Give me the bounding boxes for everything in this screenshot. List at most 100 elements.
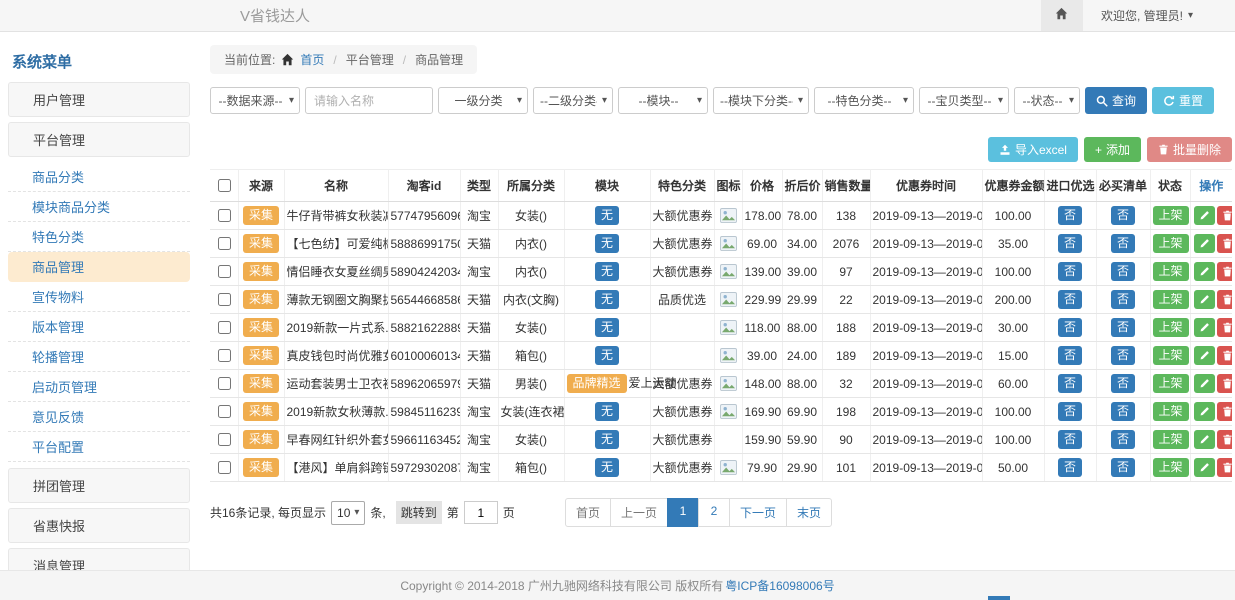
delete-button[interactable] [1217,430,1233,449]
edit-button[interactable] [1194,458,1215,477]
filter-select[interactable]: --宝贝类型--▾ [919,87,1009,114]
import-select-badge[interactable]: 否 [1058,262,1082,281]
sidebar-item-sub[interactable]: 版本管理 [8,312,190,342]
status-badge[interactable]: 上架 [1153,318,1189,337]
edit-button[interactable] [1194,430,1215,449]
status-badge[interactable]: 上架 [1153,430,1189,449]
import-select-badge[interactable]: 否 [1058,374,1082,393]
sidebar-item-group[interactable]: 拼团管理 [8,468,190,503]
status-badge[interactable]: 上架 [1153,346,1189,365]
must-buy-badge[interactable]: 否 [1111,234,1135,253]
status-badge[interactable]: 上架 [1153,234,1189,253]
pager-button[interactable]: 末页 [786,498,832,527]
edit-button[interactable] [1194,402,1215,421]
breadcrumb-home-link[interactable]: 首页 [300,51,324,68]
sidebar-item-group[interactable]: 省惠快报 [8,508,190,543]
delete-button[interactable] [1217,318,1233,337]
must-buy-badge[interactable]: 否 [1111,458,1135,477]
import-select-badge[interactable]: 否 [1058,234,1082,253]
sidebar-item-sub[interactable]: 特色分类 [8,222,190,252]
row-checkbox[interactable] [218,349,231,362]
edit-button[interactable] [1194,234,1215,253]
import-select-badge[interactable]: 否 [1058,458,1082,477]
must-buy-badge[interactable]: 否 [1111,402,1135,421]
delete-button[interactable] [1217,206,1233,225]
edit-button[interactable] [1194,206,1215,225]
sidebar-item-sub[interactable]: 宣传物料 [8,282,190,312]
must-buy-badge[interactable]: 否 [1111,262,1135,281]
row-checkbox[interactable] [218,209,231,222]
status-badge[interactable]: 上架 [1153,290,1189,309]
pager-button[interactable]: 首页 [565,498,611,527]
reset-button[interactable]: 重置 [1152,87,1214,114]
jump-page-input[interactable] [464,501,498,524]
status-badge[interactable]: 上架 [1153,262,1189,281]
sidebar-item-sub[interactable]: 模块商品分类 [8,192,190,222]
edit-button[interactable] [1194,318,1215,337]
row-checkbox[interactable] [218,461,231,474]
search-button[interactable]: 查询 [1085,87,1147,114]
sidebar-item-sub[interactable]: 意见反馈 [8,402,190,432]
must-buy-badge[interactable]: 否 [1111,318,1135,337]
icp-link[interactable]: 粤ICP备16098006号 [725,577,834,594]
delete-button[interactable] [1217,234,1233,253]
must-buy-badge[interactable]: 否 [1111,374,1135,393]
row-checkbox[interactable] [218,237,231,250]
edit-button[interactable] [1194,374,1215,393]
edit-button[interactable] [1194,262,1215,281]
user-menu[interactable]: 欢迎您, 管理员! ▾ [1083,7,1235,24]
row-checkbox[interactable] [218,321,231,334]
delete-button[interactable] [1217,402,1233,421]
select-all-checkbox[interactable] [218,179,231,192]
pager-button[interactable]: 上一页 [610,498,668,527]
sidebar-item-sub[interactable]: 启动页管理 [8,372,190,402]
import-excel-button[interactable]: 导入excel [988,137,1078,162]
must-buy-badge[interactable]: 否 [1111,290,1135,309]
status-badge[interactable]: 上架 [1153,374,1189,393]
batch-delete-button[interactable]: 批量删除 [1147,137,1232,162]
pager-button[interactable]: 1 [667,498,699,527]
filter-select[interactable]: --特色分类--▾ [814,87,914,114]
must-buy-badge[interactable]: 否 [1111,206,1135,225]
filter-select[interactable]: --模块--▾ [618,87,708,114]
sidebar-item-group[interactable]: 平台管理 [8,122,190,157]
status-badge[interactable]: 上架 [1153,206,1189,225]
delete-button[interactable] [1217,290,1233,309]
must-buy-badge[interactable]: 否 [1111,430,1135,449]
row-checkbox[interactable] [218,265,231,278]
sidebar-item-sub[interactable]: 商品管理 [8,252,190,282]
import-select-badge[interactable]: 否 [1058,346,1082,365]
delete-button[interactable] [1217,346,1233,365]
delete-button[interactable] [1217,262,1233,281]
status-badge[interactable]: 上架 [1153,458,1189,477]
pager-button[interactable]: 2 [698,498,730,527]
filter-select[interactable]: --二级分类--▾ [533,87,613,114]
import-select-badge[interactable]: 否 [1058,290,1082,309]
delete-button[interactable] [1217,458,1233,477]
status-badge[interactable]: 上架 [1153,402,1189,421]
import-select-badge[interactable]: 否 [1058,402,1082,421]
home-button[interactable] [1041,0,1083,31]
page-size-select[interactable]: 10 ▾ [331,501,365,525]
sidebar-item-sub[interactable]: 轮播管理 [8,342,190,372]
row-checkbox[interactable] [218,433,231,446]
sidebar-item-sub[interactable]: 商品分类 [8,162,190,192]
sidebar-item-group[interactable]: 用户管理 [8,82,190,117]
edit-button[interactable] [1194,290,1215,309]
name-search-input[interactable] [305,87,433,114]
row-checkbox[interactable] [218,377,231,390]
row-checkbox[interactable] [218,405,231,418]
sidebar-item-sub[interactable]: 平台配置 [8,432,190,462]
back-to-top-button[interactable] [988,596,1010,600]
import-select-badge[interactable]: 否 [1058,430,1082,449]
import-select-badge[interactable]: 否 [1058,318,1082,337]
filter-select[interactable]: --数据来源--▾ [210,87,300,114]
edit-button[interactable] [1194,346,1215,365]
filter-select[interactable]: 一级分类▾ [438,87,528,114]
delete-button[interactable] [1217,374,1233,393]
filter-select[interactable]: --状态--▾ [1014,87,1080,114]
must-buy-badge[interactable]: 否 [1111,346,1135,365]
add-button[interactable]: + 添加 [1084,137,1141,162]
row-checkbox[interactable] [218,293,231,306]
pager-button[interactable]: 下一页 [729,498,787,527]
